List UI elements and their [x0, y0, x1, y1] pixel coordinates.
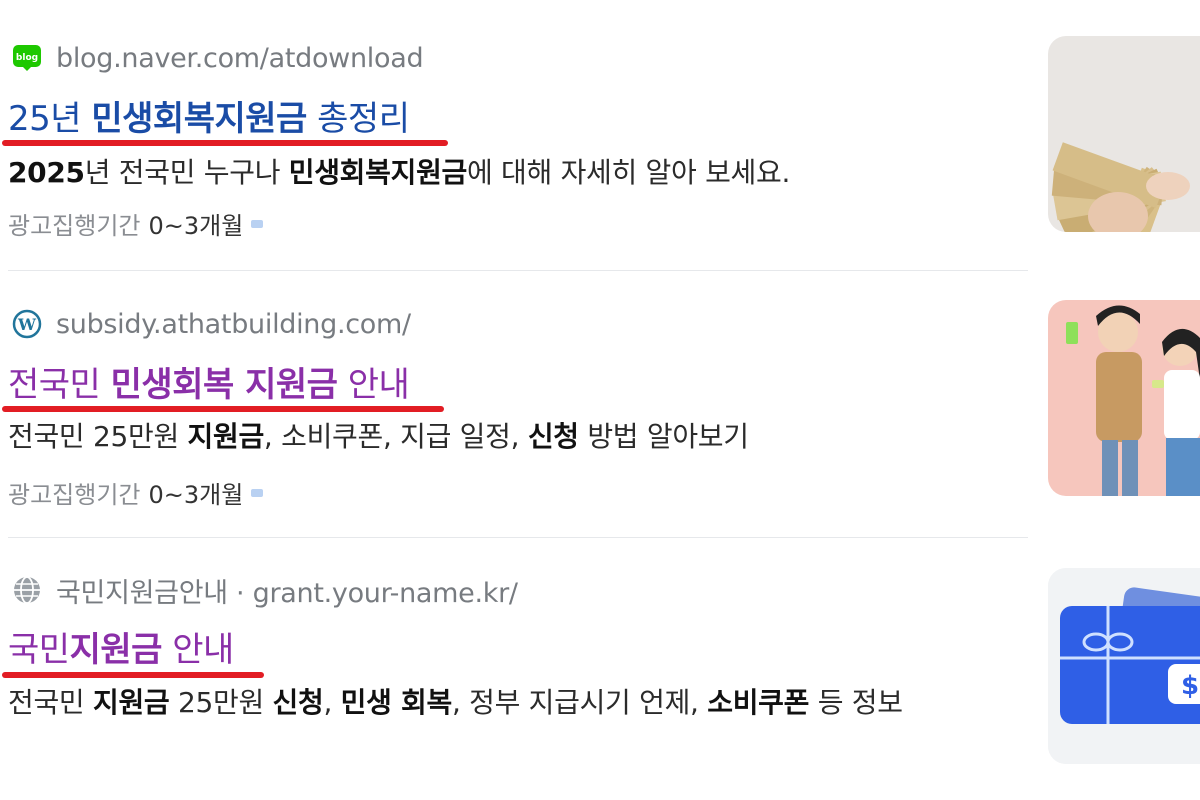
title-keyword: 지원금	[69, 630, 163, 670]
naver-blog-icon: blog	[10, 41, 44, 75]
source-url: 국민지원금안내 · grant.your-name.kr/	[56, 577, 518, 609]
result-source[interactable]: blog blog.naver.com/atdownload	[10, 40, 424, 76]
ad-period-value: 0~3개월	[148, 212, 244, 240]
ad-period: 광고집행기간 0~3개월	[8, 206, 264, 241]
source-url: subsidy.athatbuilding.com/	[56, 308, 411, 340]
thumbnail-couple-illustration[interactable]	[1048, 300, 1200, 496]
result-description: 전국민 25만원 지원금, 소비쿠폰, 지급 일정, 신청 방법 알아보기	[8, 420, 749, 453]
result-source[interactable]: W subsidy.athatbuilding.com/	[10, 306, 411, 342]
title-text: 전국민	[8, 365, 111, 405]
ad-period-value: 0~3개월	[148, 481, 244, 509]
result-divider	[8, 270, 1028, 271]
result-title-link[interactable]: 전국민 민생회복 지원금 안내	[8, 363, 410, 407]
ad-period: 광고집행기간 0~3개월	[8, 475, 264, 510]
svg-text:W: W	[17, 315, 37, 334]
result-source[interactable]: 국민지원금안내 · grant.your-name.kr/	[10, 572, 518, 609]
red-underline-annotation	[2, 672, 264, 678]
title-text: 국민	[8, 630, 70, 670]
result-description: 2025년 전국민 누구나 민생회복지원금에 대해 자세히 알아 보세요.	[8, 156, 791, 189]
svg-text:$: $	[1181, 671, 1199, 701]
wordpress-icon: W	[10, 307, 44, 341]
title-text: 안내	[161, 630, 234, 670]
info-icon[interactable]	[251, 219, 264, 228]
title-keyword: 민생회복지원금	[91, 99, 307, 139]
result-divider	[8, 537, 1028, 538]
ad-period-label: 광고집행기간	[8, 481, 141, 509]
thumbnail-gift-card[interactable]: $	[1048, 568, 1200, 764]
result-description: 전국민 지원금 25만원 신청, 민생 회복, 정부 지급시기 언제, 소비쿠폰…	[8, 686, 903, 719]
title-text: 안내	[337, 365, 410, 405]
title-keyword: 민생회복 지원금	[110, 365, 338, 405]
info-icon[interactable]	[251, 488, 264, 497]
title-text: 25년	[8, 99, 92, 139]
svg-text:blog: blog	[16, 53, 38, 63]
source-url: blog.naver.com/atdownload	[56, 42, 424, 74]
globe-icon	[10, 573, 44, 607]
thumbnail-cash-banknotes[interactable]	[1048, 36, 1200, 232]
red-underline-annotation	[2, 406, 444, 412]
ad-period-label: 광고집행기간	[8, 212, 141, 240]
red-underline-annotation	[2, 140, 448, 146]
result-title-link[interactable]: 25년 민생회복지원금 총정리	[8, 97, 410, 141]
title-text: 총정리	[306, 99, 410, 139]
result-title-link[interactable]: 국민지원금 안내	[8, 628, 234, 672]
